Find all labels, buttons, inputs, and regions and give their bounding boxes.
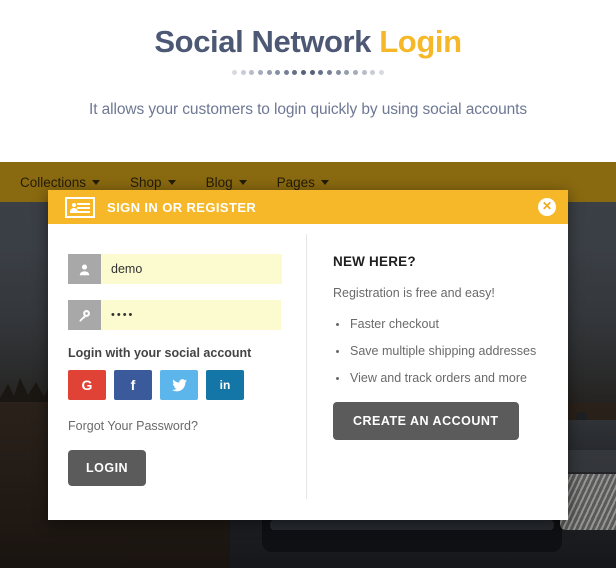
nav-item-blog[interactable]: Blog	[206, 175, 247, 190]
truck-headlight	[560, 474, 616, 530]
facebook-icon: f	[130, 377, 136, 393]
user-icon	[68, 254, 101, 284]
column-divider	[306, 234, 307, 499]
register-heading: NEW HERE?	[333, 254, 416, 269]
divider-dot	[309, 70, 315, 76]
divider-dot	[378, 70, 384, 76]
chevron-down-icon	[238, 179, 247, 185]
divider-dot	[275, 70, 281, 76]
create-account-button[interactable]: CREATE AN ACCOUNT	[333, 402, 519, 440]
chevron-down-icon	[92, 179, 101, 185]
benefit-item: View and track orders and more	[336, 371, 548, 385]
divider-dot	[266, 70, 272, 76]
nav-item-label: Blog	[205, 174, 233, 190]
divider-dot	[370, 70, 376, 76]
facebook-login-button[interactable]: f	[114, 370, 152, 400]
id-card-icon	[65, 196, 95, 218]
divider-dot	[257, 70, 263, 76]
divider-dot	[335, 70, 341, 76]
forgot-password-link[interactable]: Forgot Your Password?	[68, 419, 286, 433]
divider-dot	[283, 70, 289, 76]
dot-divider	[232, 68, 384, 78]
page-title: Social Network Login	[0, 24, 616, 59]
page-title-accent: Login	[379, 24, 462, 59]
nav-item-label: Shop	[130, 174, 162, 190]
chevron-down-icon	[167, 179, 176, 185]
page-title-main: Social Network	[154, 24, 380, 59]
nav-item-pages[interactable]: Pages	[277, 175, 329, 190]
social-login-row: G f in	[68, 370, 286, 400]
modal-body: Login with your social account G f in Fo…	[48, 224, 568, 520]
divider-dot	[344, 70, 350, 76]
divider-dot	[240, 70, 246, 76]
username-input[interactable]	[101, 254, 282, 284]
linkedin-icon: in	[219, 378, 231, 392]
password-field[interactable]	[68, 300, 281, 330]
divider-dot	[327, 70, 333, 76]
social-login-label: Login with your social account	[68, 346, 252, 360]
google-icon: G	[81, 377, 93, 393]
close-icon[interactable]: ✕	[538, 198, 556, 216]
promo-section: Social Network Login It allows your cust…	[0, 0, 616, 162]
register-note: Registration is free and easy!	[333, 286, 495, 300]
benefit-item: Faster checkout	[336, 317, 548, 331]
divider-dot	[318, 70, 324, 76]
modal-title: SIGN IN OR REGISTER	[107, 199, 257, 215]
nav-item-shop[interactable]: Shop	[130, 175, 176, 190]
divider-dot	[249, 70, 255, 76]
linkedin-login-button[interactable]: in	[206, 370, 244, 400]
divider-dot	[292, 70, 298, 76]
login-column: Login with your social account G f in Fo…	[48, 254, 306, 520]
modal-header: SIGN IN OR REGISTER ✕	[48, 190, 568, 224]
nav-item-label: Pages	[276, 174, 315, 190]
twitter-login-button[interactable]	[160, 370, 198, 400]
password-input[interactable]	[101, 300, 281, 330]
register-column: NEW HERE? Registration is free and easy!…	[306, 254, 568, 520]
divider-dot	[301, 70, 307, 76]
signin-register-modal: SIGN IN OR REGISTER ✕ demo •••• Login wi…	[48, 190, 568, 520]
benefit-item: Save multiple shipping addresses	[336, 344, 548, 358]
divider-dot	[352, 70, 358, 76]
username-field[interactable]	[68, 254, 282, 284]
chevron-down-icon	[320, 179, 329, 185]
login-button[interactable]: LOGIN	[68, 450, 147, 486]
nav-item-label: Collections	[20, 174, 87, 190]
twitter-icon	[171, 378, 187, 391]
divider-dot	[361, 70, 367, 76]
key-icon	[68, 300, 101, 330]
benefits-list: Faster checkout Save multiple shipping ad…	[336, 317, 548, 385]
google-login-button[interactable]: G	[68, 370, 106, 400]
nav-item-collections[interactable]: Collections	[20, 174, 101, 190]
divider-dot	[232, 70, 237, 76]
page-subtitle: It allows your customers to login quickl…	[89, 100, 527, 118]
